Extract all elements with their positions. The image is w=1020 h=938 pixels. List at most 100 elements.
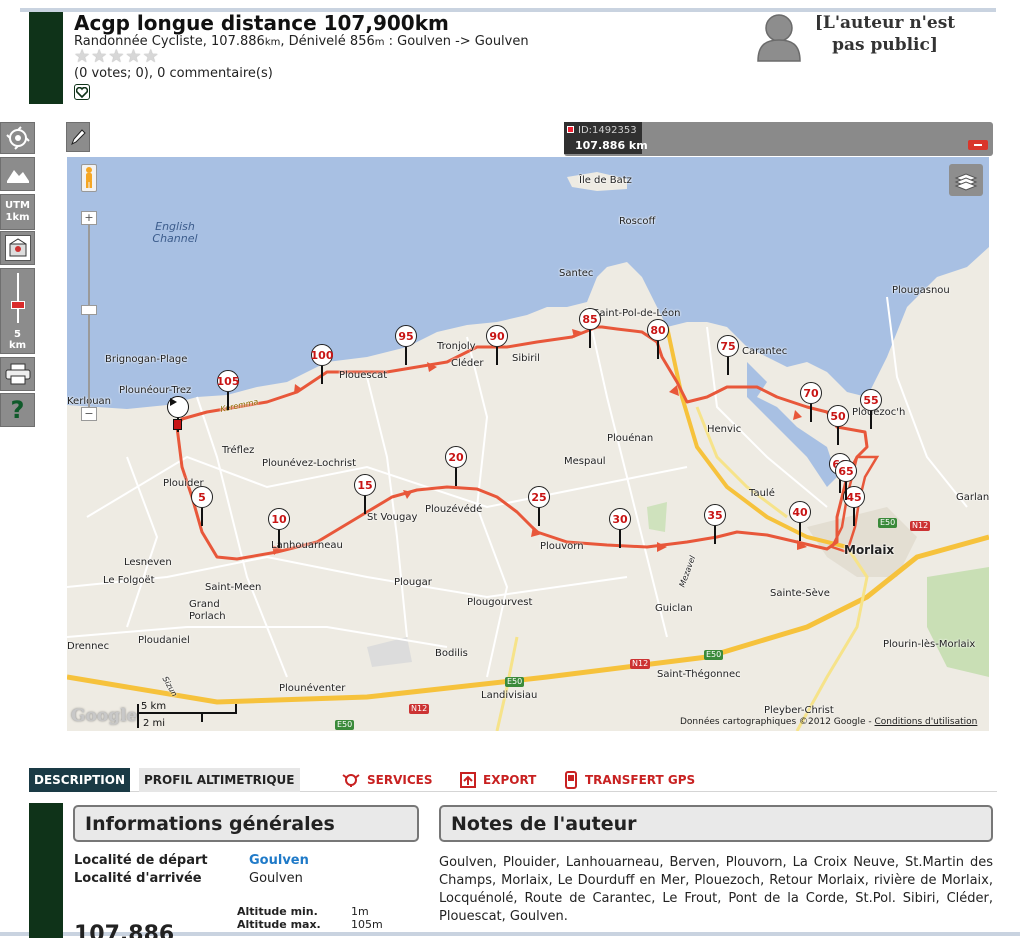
map-place-label: Brignogan-Plage [105, 354, 188, 365]
map-place-label: Ploudaniel [138, 635, 190, 646]
km-marker-stem [538, 508, 540, 526]
km-marker[interactable]: 85 [579, 308, 601, 330]
km-marker[interactable]: 20 [445, 446, 467, 468]
star-icon[interactable]: ★ [125, 48, 141, 66]
map-place-label: Plougar [394, 577, 432, 588]
km-marker[interactable]: 55 [860, 389, 882, 411]
km-marker[interactable]: 75 [717, 335, 739, 357]
tab-gps-transfer[interactable]: TRANSFERT GPS [559, 768, 700, 792]
utm-grid-toggle[interactable]: UTM 1km [0, 194, 35, 230]
author-notes-heading: Notes de l'auteur [439, 805, 993, 842]
km-marker[interactable]: 95 [395, 325, 417, 347]
km-marker[interactable]: 105 [217, 370, 239, 392]
draw-tool[interactable] [66, 122, 90, 152]
star-icon[interactable]: ★ [74, 48, 90, 66]
zoom-in-button[interactable]: + [81, 211, 97, 225]
map-place-label: Taulé [749, 488, 775, 499]
map-place-label: Tronjoly [437, 341, 476, 352]
km-marker[interactable]: 30 [609, 508, 631, 530]
km-marker[interactable]: 10 [268, 508, 290, 530]
end-location-label: Localité d'arrivée [74, 871, 202, 886]
tab-services[interactable]: SERVICES [337, 768, 437, 792]
map-place-label: St Vougay [367, 512, 418, 523]
favorite-heart-icon[interactable] [74, 84, 90, 100]
start-marker[interactable] [167, 396, 189, 418]
tab-export[interactable]: EXPORT [455, 768, 541, 792]
general-info-heading: Informations générales [73, 805, 419, 842]
scale-mi-label: 2 mi [143, 718, 166, 729]
km-marker-stem [455, 468, 457, 486]
km-marker[interactable]: 70 [800, 382, 822, 404]
route-color-swatch [567, 126, 574, 133]
km-marker[interactable]: 65 [835, 460, 857, 482]
map-place-label: Lesneven [124, 557, 172, 568]
map-place-label: Plouezoc'h [852, 407, 906, 418]
subtitle-elevation: , Dénivelé 856 [280, 34, 375, 49]
altitude-max-label: Altitude max. [237, 918, 321, 931]
road-shield: N12 [630, 659, 651, 669]
tab-elevation-profile[interactable]: PROFIL ALTIMETRIQUE [139, 768, 300, 792]
tab-description[interactable]: DESCRIPTION [29, 768, 131, 792]
tab-export-label: EXPORT [483, 773, 537, 787]
road-shield: E50 [505, 677, 525, 687]
slider-thumb[interactable] [10, 301, 25, 309]
map-layers-button[interactable] [949, 164, 983, 196]
km-marker[interactable]: 15 [354, 474, 376, 496]
km-marker[interactable]: 90 [486, 325, 508, 347]
map-place-label: Roscoff [619, 216, 656, 227]
star-icon[interactable]: ★ [143, 48, 159, 66]
star-icon[interactable]: ★ [91, 48, 107, 66]
map-place-label: Plounéventer [279, 683, 346, 694]
terrain-tool[interactable] [0, 157, 35, 191]
map-place-label: Garlan [956, 492, 989, 503]
km-marker[interactable]: 5 [191, 486, 213, 508]
map-place-label: Sainte-Sève [770, 588, 830, 599]
zoom-out-button[interactable]: − [81, 407, 97, 421]
route-map[interactable]: Île de Batz Roscoff Santec Saint-Pol-de-… [67, 157, 989, 731]
start-location-link[interactable]: Goulven [249, 853, 309, 868]
road-shield: E50 [878, 518, 898, 528]
terms-link[interactable]: Conditions d'utilisation [875, 717, 978, 727]
km-marker[interactable]: 40 [789, 501, 811, 523]
km-marker[interactable]: 80 [647, 319, 669, 341]
votes-count: (0 votes; 0), 0 commentaire(s) [74, 66, 273, 81]
zoom-slider-thumb[interactable] [81, 305, 97, 315]
rating-stars[interactable]: ★ ★ ★ ★ ★ [74, 48, 159, 66]
pencil-icon [71, 129, 86, 146]
km-marker-stem [837, 427, 839, 445]
map-place-label: Île de Batz [579, 175, 632, 186]
km-marker-stem [727, 357, 729, 375]
route-id: ID:1492353 [578, 125, 637, 136]
crosshair-swirl-icon [5, 126, 30, 150]
map-scale: 5 km 2 mi [137, 700, 237, 730]
scale-km-label: 5 km [141, 701, 167, 712]
start-location-label: Localité de départ [74, 853, 208, 868]
km-marker[interactable]: 50 [827, 405, 849, 427]
author-notes-text: Goulven, Plouider, Lanhouarneau, Berven,… [439, 855, 993, 924]
map-place-label: Plouénan [607, 433, 654, 444]
km-marker[interactable]: 35 [704, 504, 726, 526]
scale-tick [235, 704, 237, 713]
park-area [647, 502, 667, 532]
help-button[interactable]: ? [0, 393, 35, 427]
km-marker[interactable]: 25 [528, 486, 550, 508]
km-marker[interactable]: 100 [311, 344, 333, 366]
street-view-pegman[interactable] [81, 164, 97, 192]
star-icon[interactable]: ★ [108, 48, 124, 66]
close-button[interactable] [968, 140, 988, 150]
altitude-min-label: Altitude min. [237, 905, 318, 918]
print-tool[interactable] [0, 357, 35, 391]
content-accent-bar [29, 803, 63, 938]
recenter-tool[interactable] [0, 122, 35, 154]
route-width-slider[interactable]: 5 km [0, 268, 35, 354]
road-shield: N12 [910, 521, 931, 531]
map-place-label: Drennec [67, 641, 110, 652]
km-marker-stem [321, 366, 323, 384]
utm-label: UTM [5, 200, 30, 211]
lodging-tool[interactable] [0, 231, 35, 265]
altitude-min-value: 1m [351, 905, 369, 918]
km-marker-stem [619, 530, 621, 548]
map-place-label: Saint-Meen [205, 582, 262, 593]
sea-label: English Channel [152, 220, 198, 245]
map-place-label: Plougasnou [892, 285, 950, 296]
